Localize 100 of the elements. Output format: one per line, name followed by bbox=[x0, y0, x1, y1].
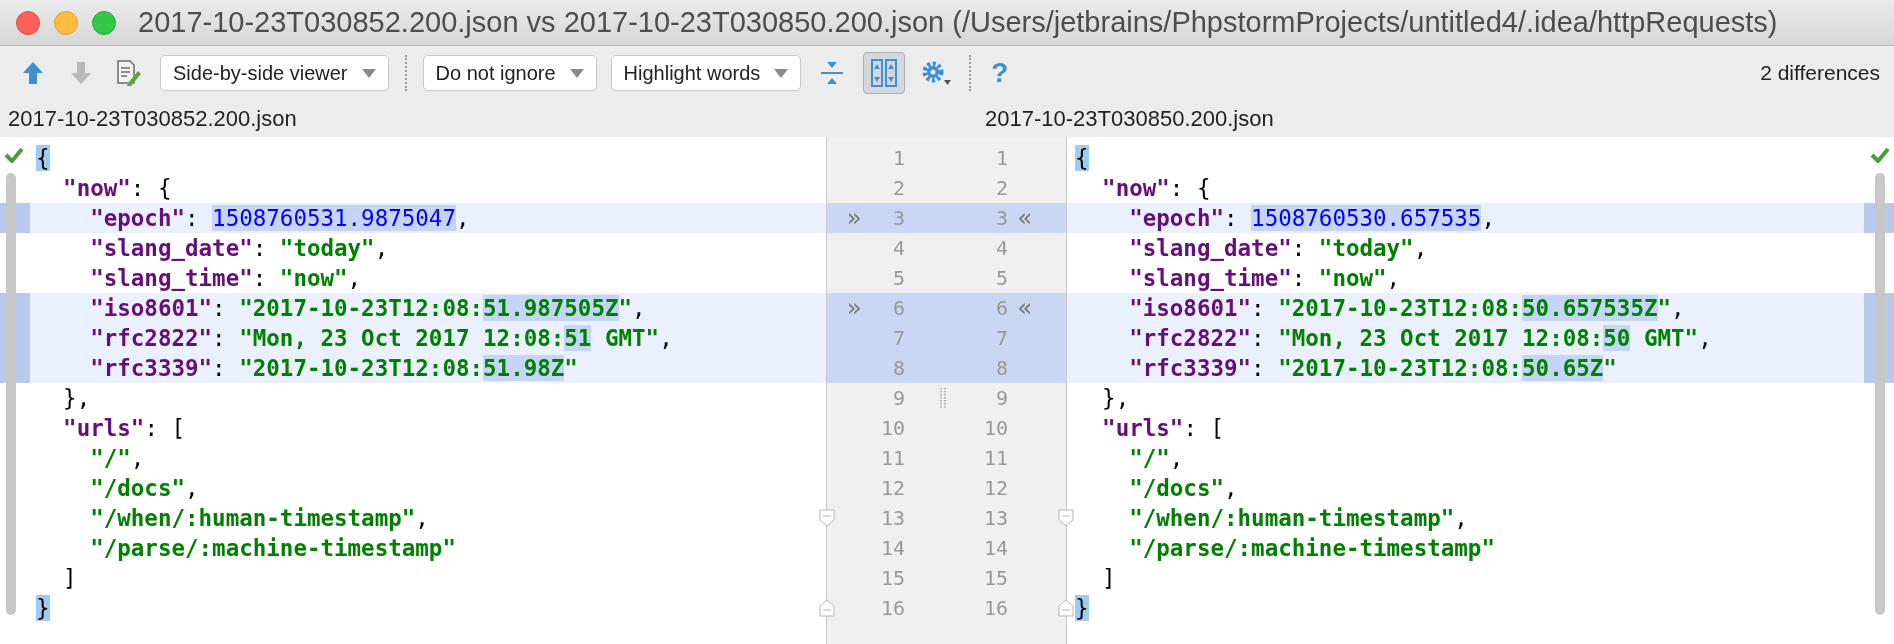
changed-text: 1508760531.9875047 bbox=[212, 205, 456, 231]
json-key: "rfc2822" bbox=[1129, 325, 1252, 351]
caret-icon bbox=[569, 68, 584, 78]
caret-icon bbox=[361, 68, 376, 78]
punctuation: : [ bbox=[1183, 415, 1224, 441]
minimize-button[interactable] bbox=[54, 10, 78, 35]
line-number: 14 bbox=[982, 536, 1008, 560]
string-value: "2017-10-23T12:08: bbox=[239, 355, 484, 381]
caret-icon bbox=[774, 68, 789, 78]
edit-document-icon bbox=[116, 59, 142, 87]
punctuation: ] bbox=[1102, 565, 1116, 591]
changed-text: 51.987505Z bbox=[483, 295, 619, 321]
matched-brace: { bbox=[1075, 145, 1089, 171]
changed-text: 51.98Z bbox=[483, 355, 565, 381]
string-value: "2017-10-23T12:08: bbox=[1278, 355, 1523, 381]
line-number: 10 bbox=[879, 416, 905, 440]
changed-text: 50.657535Z bbox=[1522, 295, 1658, 321]
differences-count: 2 differences bbox=[1760, 61, 1880, 85]
line-number: 15 bbox=[982, 566, 1008, 590]
json-key: "rfc3339" bbox=[1129, 355, 1252, 381]
punctuation: : bbox=[1251, 295, 1266, 321]
collapse-icon bbox=[819, 60, 846, 86]
fold-marker-icon[interactable] bbox=[1058, 599, 1074, 617]
json-key: "slang_time" bbox=[1129, 265, 1292, 291]
punctuation: }, bbox=[63, 385, 91, 411]
string-value: "/parse/:machine-timestamp" bbox=[90, 535, 456, 561]
punctuation: , bbox=[455, 205, 470, 231]
line-number: 6 bbox=[891, 296, 905, 320]
line-number: 4 bbox=[994, 236, 1008, 260]
string-value: " bbox=[1657, 295, 1672, 321]
json-key: "iso8601" bbox=[90, 295, 213, 321]
synchronize-scrolling-icon bbox=[870, 58, 899, 88]
punctuation: : bbox=[212, 295, 227, 321]
string-value: GMT" bbox=[604, 325, 660, 351]
json-key: "slang_date" bbox=[90, 235, 253, 261]
line-number: 7 bbox=[891, 326, 905, 350]
matched-brace: } bbox=[36, 595, 50, 621]
dropdown[interactable]: Do not ignore bbox=[422, 55, 597, 91]
line-number: 9 bbox=[891, 386, 905, 410]
line-number: 15 bbox=[879, 566, 905, 590]
string-value: "2017-10-23T12:08: bbox=[1278, 295, 1523, 321]
close-button[interactable] bbox=[16, 10, 40, 35]
dropdown[interactable]: Side-by-side viewer bbox=[160, 55, 389, 91]
window-title: 2017-10-23T030852.200.json vs 2017-10-23T030850.200.json (/Users/jetbrains/PhpstormProjects/untitled4/.idea/httpRequests) bbox=[138, 6, 1778, 39]
line-number: 9 bbox=[994, 386, 1008, 410]
string-value: "/when/:human-timestamp" bbox=[1129, 505, 1455, 531]
up-arrow-icon bbox=[22, 61, 44, 85]
punctuation: , bbox=[1169, 445, 1184, 471]
down-arrow-icon bbox=[70, 61, 92, 85]
line-number: 7 bbox=[994, 326, 1008, 350]
string-value: " bbox=[1603, 355, 1617, 381]
apply-change-button[interactable]: « bbox=[1008, 294, 1042, 322]
checkmark-icon bbox=[4, 147, 24, 163]
json-key: "rfc2822" bbox=[90, 325, 213, 351]
string-value: "/" bbox=[1129, 445, 1170, 471]
punctuation: : { bbox=[1169, 175, 1211, 201]
matched-brace: } bbox=[1075, 595, 1089, 621]
string-value: "/docs" bbox=[1129, 475, 1224, 501]
line-number: 1 bbox=[994, 146, 1008, 170]
punctuation: , bbox=[1698, 325, 1712, 351]
apply-change-button[interactable]: » bbox=[843, 294, 865, 322]
punctuation: : bbox=[1224, 205, 1239, 231]
fold-marker-icon[interactable] bbox=[819, 599, 835, 617]
dropdown[interactable]: Highlight words bbox=[610, 55, 802, 91]
string-value: "/parse/:machine-timestamp" bbox=[1129, 535, 1495, 561]
changed-text: 51 bbox=[564, 325, 592, 351]
line-number: 10 bbox=[982, 416, 1008, 440]
line-number: 3 bbox=[891, 206, 905, 230]
scrollbar-thumb[interactable] bbox=[6, 173, 16, 615]
punctuation: : bbox=[212, 355, 227, 381]
changed-text: 50.65Z bbox=[1522, 355, 1604, 381]
line-number: 13 bbox=[982, 506, 1008, 530]
json-key: "slang_time" bbox=[90, 265, 253, 291]
punctuation: , bbox=[1224, 475, 1238, 501]
help-button[interactable]: ? bbox=[987, 57, 1013, 89]
string-value: " bbox=[564, 355, 578, 381]
scrollbar-thumb[interactable] bbox=[1875, 173, 1885, 615]
punctuation: , bbox=[1671, 295, 1685, 321]
punctuation: : bbox=[1251, 355, 1266, 381]
fold-marker-icon[interactable] bbox=[819, 509, 835, 527]
string-value: "today" bbox=[279, 235, 375, 261]
line-number: 14 bbox=[879, 536, 905, 560]
zoom-button[interactable] bbox=[92, 10, 116, 35]
line-number: 2 bbox=[994, 176, 1008, 200]
string-value: "/" bbox=[90, 445, 131, 471]
punctuation: : bbox=[1251, 325, 1266, 351]
punctuation: : bbox=[185, 205, 200, 231]
line-number: 12 bbox=[982, 476, 1008, 500]
json-key: "rfc3339" bbox=[90, 355, 213, 381]
line-number: 11 bbox=[879, 446, 905, 470]
punctuation: , bbox=[1386, 265, 1401, 291]
line-number: 8 bbox=[994, 356, 1008, 380]
splitter-handle-icon[interactable] bbox=[940, 387, 946, 409]
apply-change-button[interactable]: » bbox=[843, 204, 865, 232]
fold-marker-icon[interactable] bbox=[1058, 509, 1074, 527]
apply-change-button[interactable]: « bbox=[1008, 204, 1042, 232]
string-value: GMT" bbox=[1643, 325, 1699, 351]
json-key: "epoch" bbox=[90, 205, 185, 231]
sync-scroll-button[interactable] bbox=[863, 52, 906, 94]
punctuation: , bbox=[1454, 505, 1468, 531]
